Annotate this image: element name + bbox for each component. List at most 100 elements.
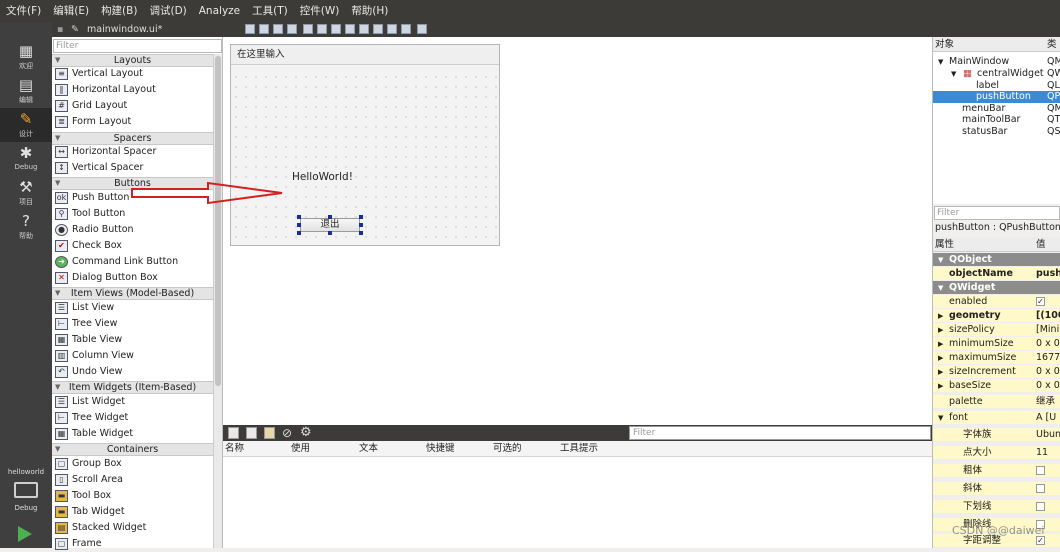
tree-row[interactable]: statusBar QS [933,126,1060,138]
menu-help[interactable]: 帮助(H) [345,0,394,22]
property-value[interactable]: Ubun [1036,428,1060,441]
widget-item[interactable]: ▢ Frame [55,536,102,552]
resize-handle[interactable] [359,231,363,235]
widget-item[interactable]: ⊢ Tree Widget [55,410,128,426]
property-filter-input[interactable]: Filter [934,206,1060,220]
column-header[interactable]: 使用 [291,441,310,457]
resize-handle[interactable] [328,231,332,235]
property-row[interactable]: ▶ sizeIncrement 0 x 0 [933,365,1060,379]
widget-item[interactable]: ↶ Undo View [55,364,122,380]
bold-checkbox[interactable] [1036,466,1045,475]
menu-analyze[interactable]: Analyze [193,0,246,22]
property-row[interactable]: ▶ baseSize 0 x 0 [933,379,1060,393]
property-value[interactable]: [Mini [1036,323,1059,336]
property-row[interactable]: 粗体 [933,464,1060,478]
delete-icon[interactable]: ⊘ [282,426,292,440]
property-value[interactable]: A [U [1036,411,1056,424]
widget-item[interactable]: ☰ List Widget [55,394,125,410]
property-row[interactable]: ▶ maximumSize 1677 [933,351,1060,365]
quit-button[interactable]: 退出 [300,218,360,232]
column-header[interactable]: 快捷键 [426,441,455,457]
menu-build[interactable]: 构建(B) [95,0,143,22]
menu-widgets[interactable]: 控件(W) [294,0,346,22]
property-row[interactable]: objectName pushB [933,267,1060,281]
column-header[interactable]: 值 [1036,237,1046,252]
widget-item[interactable]: ≣ Form Layout [55,114,131,130]
menu-debug[interactable]: 调试(D) [143,0,192,22]
layout-horizontal-icon[interactable] [303,24,313,34]
property-row[interactable]: 斜体 [933,482,1060,496]
hello-label[interactable]: HelloWorld! [292,171,353,183]
preview-icon[interactable] [417,24,427,34]
property-value[interactable]: 11 [1036,446,1048,459]
menu-tools[interactable]: 工具(T) [246,0,294,22]
category-item-widgets[interactable]: ▼ Item Widgets (Item-Based) [52,381,213,394]
resize-handle[interactable] [297,215,301,219]
widget-item[interactable]: ⚲ Tool Button [55,206,125,222]
property-value[interactable]: pushB [1036,267,1060,280]
menu-edit[interactable]: 编辑(E) [47,0,95,22]
monitor-icon[interactable] [14,482,38,498]
tree-row[interactable]: mainToolBar QT [933,114,1060,126]
resize-handle[interactable] [359,215,363,219]
property-row[interactable]: enabled ✓ [933,295,1060,309]
property-row[interactable]: ▶ minimumSize 0 x 0 [933,337,1060,351]
new-action-icon[interactable] [228,427,239,439]
widget-item[interactable]: # Grid Layout [55,98,127,114]
widget-item[interactable]: ↔ Horizontal Spacer [55,144,156,160]
paste-icon[interactable] [264,427,275,439]
property-row[interactable]: 字体族 Ubun [933,428,1060,442]
mode-edit[interactable]: ▤ 编辑 [0,74,52,108]
widget-box-scrollbar[interactable] [213,54,222,548]
property-value[interactable]: 0 x 0 [1036,365,1060,378]
widget-item[interactable]: ☰ List View [55,300,114,316]
widget-item[interactable]: ▬ Tool Box [55,488,111,504]
property-value[interactable]: 0 x 0 [1036,337,1060,350]
scrollbar-thumb[interactable] [215,56,221,386]
italic-checkbox[interactable] [1036,484,1045,493]
main-window-form[interactable]: 在这里输入 HelloWorld! 退出 [230,44,500,246]
layout-grid-icon[interactable] [373,24,383,34]
tree-row[interactable]: ▼ ▦ centralWidget QW [933,68,1060,80]
central-widget-grid[interactable]: HelloWorld! 退出 [231,72,499,245]
adjust-size-icon[interactable] [401,24,411,34]
widget-item[interactable]: ≡ Vertical Layout [55,66,143,82]
widget-filter-input[interactable]: Filter [53,39,222,53]
widget-item[interactable]: ▬ Tab Widget [55,504,125,520]
widget-item[interactable]: ✔ Check Box [55,238,122,254]
property-group[interactable]: ▼ QObject [933,253,1060,267]
column-header[interactable]: 类 [1047,37,1057,52]
widget-item[interactable]: ✕ Dialog Button Box [55,270,158,286]
edit-tab-order-icon[interactable] [287,24,297,34]
category-item-views[interactable]: ▼ Item Views (Model-Based) [52,287,213,300]
resize-handle[interactable] [328,215,332,219]
form-menu-placeholder[interactable]: 在这里输入 [231,45,499,65]
copy-icon[interactable] [246,427,257,439]
property-row[interactable]: ▶ geometry [(100 [933,309,1060,323]
property-value[interactable]: 0 x 0 [1036,379,1060,392]
column-header[interactable]: 名称 [225,441,244,457]
resize-handle[interactable] [297,231,301,235]
tree-row[interactable]: ▼ MainWindow QM [933,56,1060,68]
mode-help[interactable]: ? 帮助 [0,210,52,244]
layout-v-splitter-icon[interactable] [345,24,355,34]
edit-buddies-icon[interactable] [273,24,283,34]
edit-signals-icon[interactable] [259,24,269,34]
widget-item[interactable]: ⊢ Tree View [55,316,117,332]
column-header[interactable]: 对象 [935,37,954,52]
property-row[interactable]: 点大小 11 [933,446,1060,460]
column-header[interactable]: 属性 [935,237,954,252]
widget-item[interactable]: ➜ Command Link Button [55,254,178,270]
category-containers[interactable]: ▼ Containers [52,443,213,456]
mode-design[interactable]: ✎ 设计 [0,108,52,142]
gear-icon[interactable]: ⚙ [300,425,312,440]
widget-item[interactable]: ‖ Horizontal Layout [55,82,156,98]
property-row[interactable]: ▼ font A [U [933,411,1060,425]
property-row[interactable]: palette 继承 [933,395,1060,409]
property-group[interactable]: ▼ QWidget [933,281,1060,295]
widget-item[interactable]: ▦ Table Widget [55,426,133,442]
edit-widgets-icon[interactable] [245,24,255,34]
column-header[interactable]: 可选的 [493,441,522,457]
mode-projects[interactable]: ⚒ 项目 [0,176,52,210]
underline-checkbox[interactable] [1036,502,1045,511]
